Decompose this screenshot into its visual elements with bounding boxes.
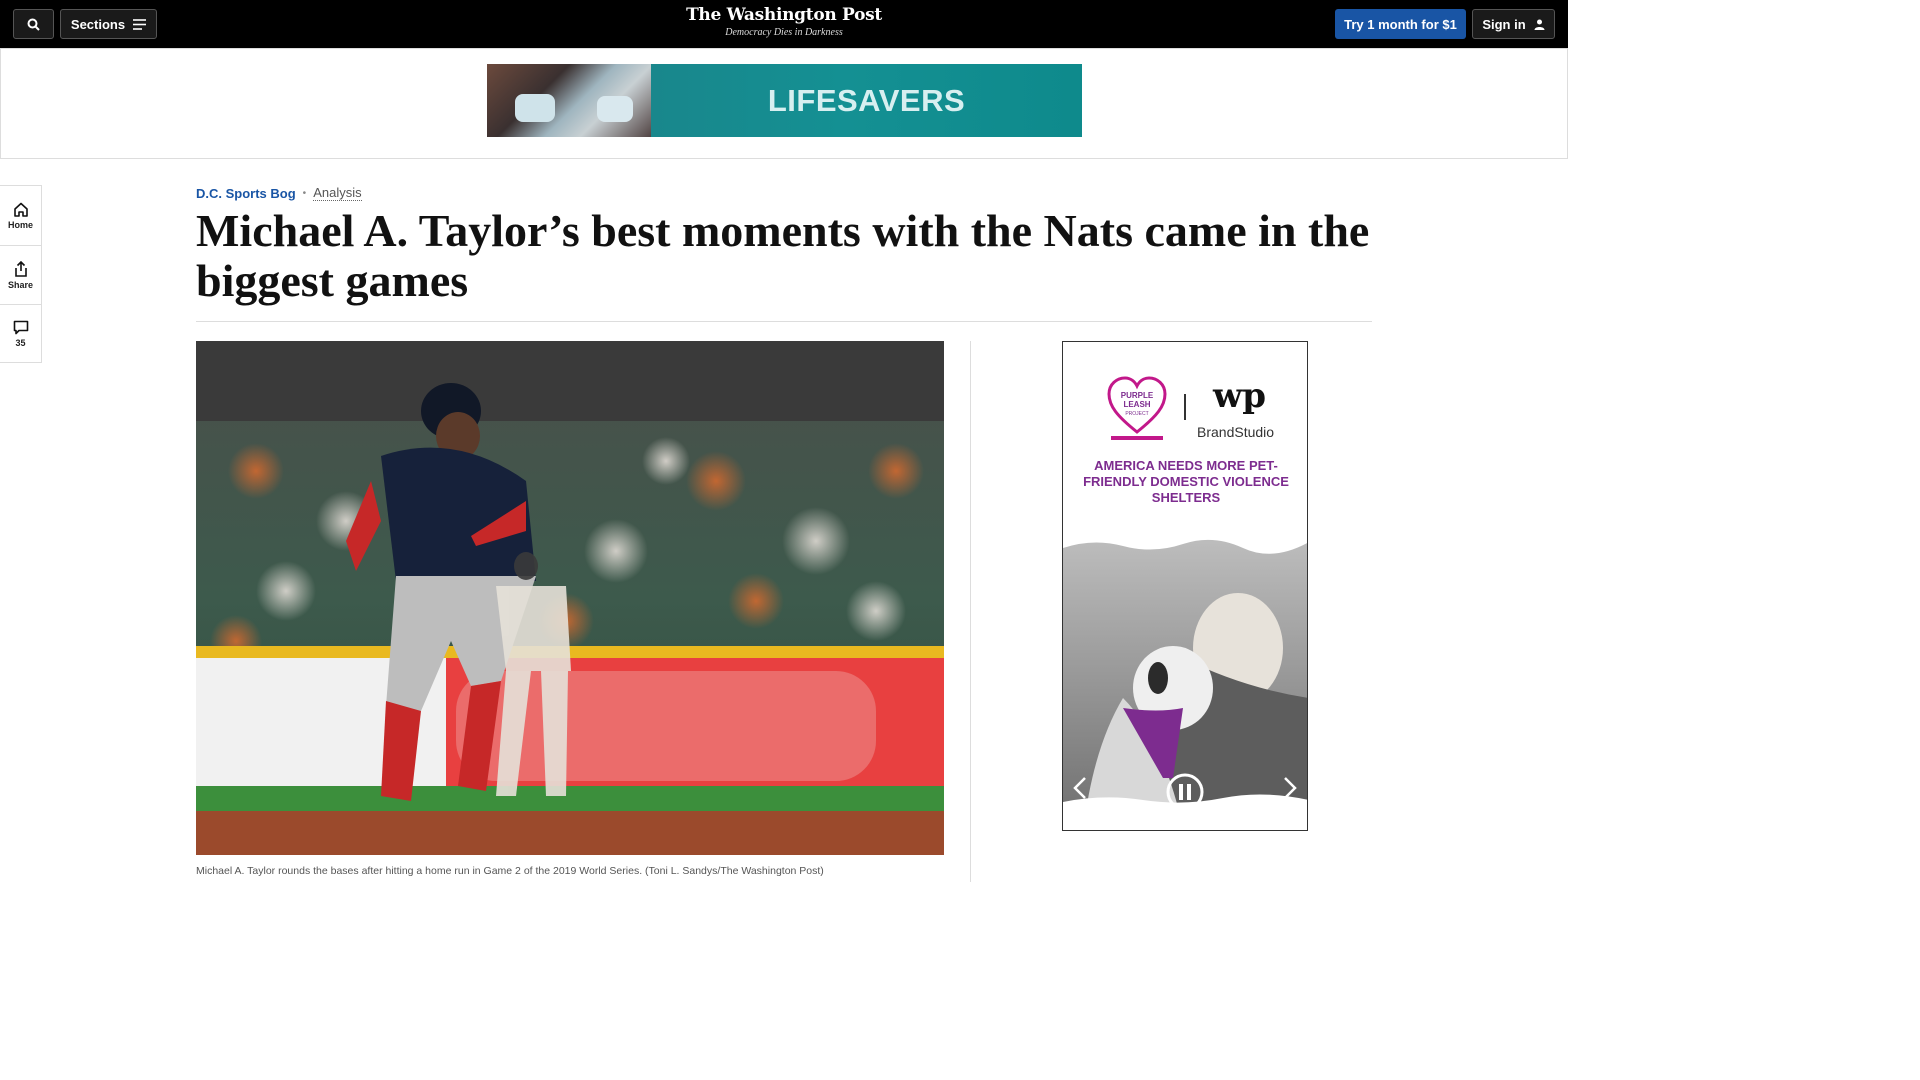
brand-line2: LEASH: [1123, 400, 1150, 409]
comment-icon: [13, 320, 28, 335]
chevron-left-icon: [1073, 777, 1086, 799]
sections-label: Sections: [70, 16, 126, 32]
rail-home-button[interactable]: Home: [0, 186, 41, 245]
menu-icon: [133, 18, 147, 30]
wp-logo: wp: [1213, 376, 1267, 416]
section-link[interactable]: D.C. Sports Bog: [196, 186, 296, 201]
baseball-photo-illustration: [196, 341, 944, 855]
ad-pause-button[interactable]: [1165, 772, 1205, 819]
rail-home-label: Home: [7, 219, 33, 230]
home-icon: [13, 202, 28, 217]
banner-ad-face-mask: [597, 96, 633, 122]
article-kicker: D.C. Sports Bog • Analysis: [196, 185, 362, 201]
search-icon: [27, 18, 40, 31]
article-headline: Michael A. Taylor’s best moments with th…: [196, 205, 1370, 306]
sign-in-label: Sign in: [1482, 16, 1526, 32]
logo-name: The Washington Post: [686, 5, 882, 25]
site-logo[interactable]: The Washington Post Democracy Dies in Da…: [684, 5, 884, 38]
subscribe-button[interactable]: Try 1 month for $1: [1335, 9, 1466, 39]
analysis-label[interactable]: Analysis: [313, 185, 362, 201]
chevron-right-icon: [1284, 777, 1297, 799]
brand-line1: PURPLE: [1121, 391, 1154, 400]
rail-comments-count: 35: [15, 338, 26, 348]
sections-button[interactable]: Sections: [60, 9, 157, 39]
sidebar-ad[interactable]: PURPLE LEASH PROJECT wp BrandStudio AMER…: [1062, 341, 1308, 831]
lead-photo[interactable]: [196, 341, 944, 855]
rail-comments-button[interactable]: 35: [0, 304, 41, 363]
kicker-separator: •: [302, 187, 307, 199]
sign-in-button[interactable]: Sign in: [1472, 9, 1555, 39]
brand-line3: PROJECT: [1125, 411, 1148, 417]
share-icon: [14, 260, 27, 277]
ad-prev-button[interactable]: [1073, 776, 1087, 807]
logo-tagline: Democracy Dies in Darkness: [725, 27, 843, 38]
purple-leash-logo: PURPLE LEASH PROJECT: [1107, 376, 1167, 440]
left-action-rail: Home Share 35: [0, 185, 42, 363]
top-nav-bar: Sections The Washington Post Democracy D…: [0, 0, 1568, 48]
search-button[interactable]: [13, 9, 54, 39]
ad-next-button[interactable]: [1283, 776, 1297, 807]
ad-message: AMERICA NEEDS MORE PET-FRIENDLY DOMESTIC…: [1083, 458, 1289, 505]
column-divider: [970, 341, 971, 882]
headline-divider: [196, 321, 1372, 322]
pause-icon: [1166, 773, 1204, 811]
rail-share-label: Share: [7, 279, 33, 290]
ad-logo-divider: [1184, 394, 1186, 420]
banner-ad-photo: [487, 64, 651, 137]
banner-ad-face-mask: [515, 94, 555, 122]
ad-banner-area: LIFESAVERS: [0, 48, 1568, 159]
rail-share-button[interactable]: Share: [0, 245, 41, 304]
photo-caption: Michael A. Taylor rounds the bases after…: [196, 865, 824, 877]
banner-ad-text: LIFESAVERS: [767, 82, 966, 118]
user-icon: [1534, 19, 1545, 30]
banner-ad[interactable]: LIFESAVERS: [487, 64, 1082, 137]
brandstudio-label: BrandStudio: [1197, 424, 1275, 440]
